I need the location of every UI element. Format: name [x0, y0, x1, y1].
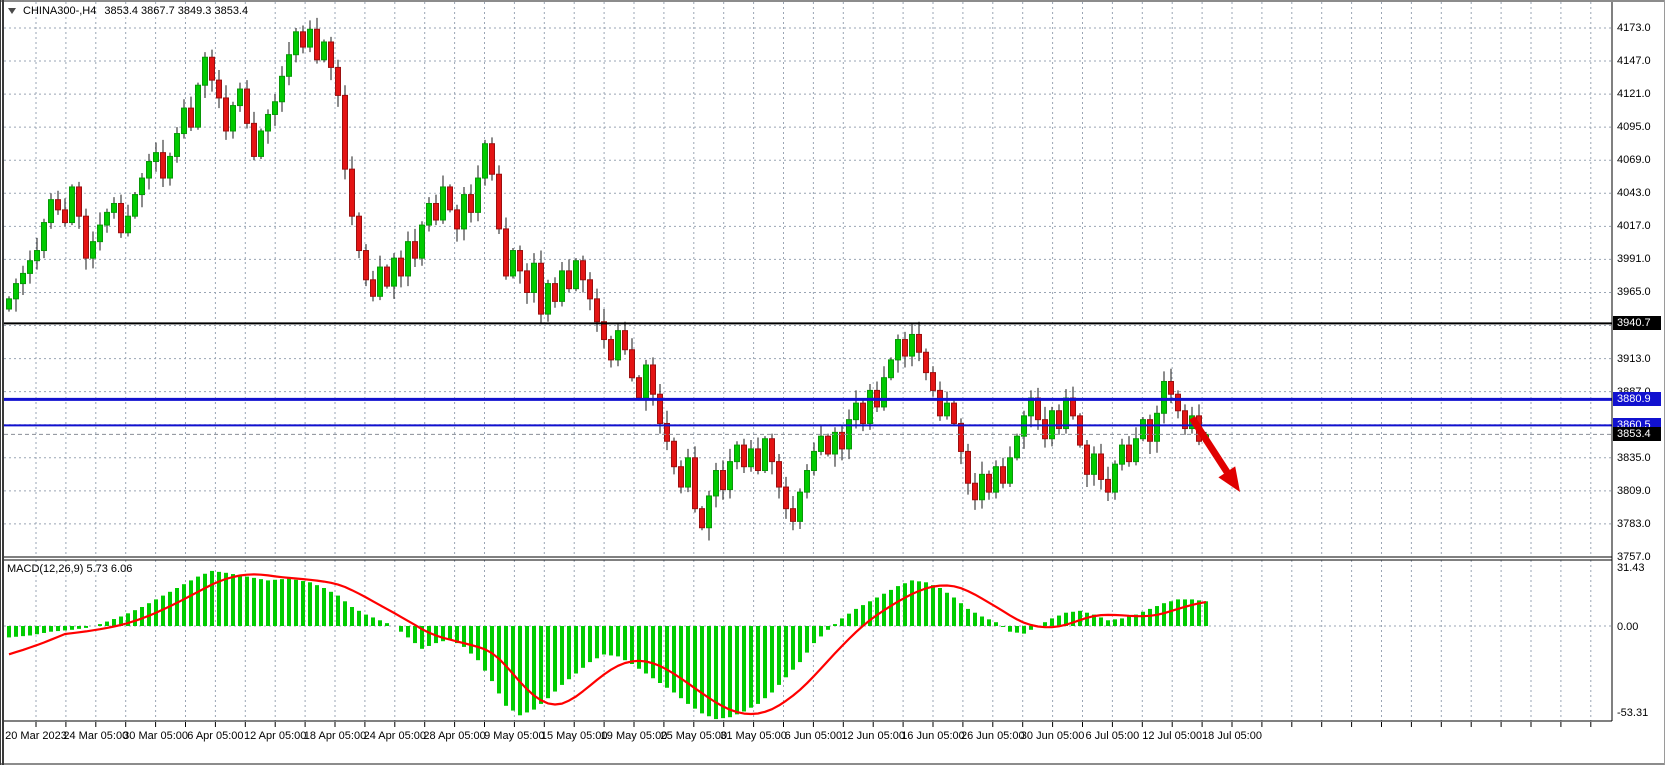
symbol-dropdown-icon[interactable]: [8, 8, 16, 14]
price-axis-label: 3991.0: [1617, 253, 1651, 265]
price-axis-label: 4121.0: [1617, 88, 1651, 100]
macd-indicator-label: MACD(12,26,9) 5.73 6.06: [7, 563, 132, 575]
price-axis-label: 3965.0: [1617, 286, 1651, 298]
price-axis-label: 4017.0: [1617, 220, 1651, 232]
price-axis-label: 4147.0: [1617, 55, 1651, 67]
macd-axis-min: -53.31: [1617, 707, 1648, 719]
price-level-tag: 3940.7: [1613, 316, 1661, 330]
time-axis-label: 12 Jun 05:00: [841, 730, 905, 742]
time-axis-label: 6 Jul 05:00: [1085, 730, 1139, 742]
time-axis-label: 6 Apr 05:00: [187, 730, 243, 742]
time-axis-label: 6 Jun 05:00: [785, 730, 843, 742]
window-frame-top: [0, 0, 1665, 2]
price-axis-label: 3757.0: [1617, 551, 1651, 563]
macd-signal-line: [9, 574, 1206, 714]
time-axis-label: 9 May 05:00: [484, 730, 545, 742]
time-axis-label: 18 Apr 05:00: [304, 730, 366, 742]
time-axis-label: 20 Mar 2023: [5, 730, 67, 742]
chart-symbol-period: CHINA300-,H4: [23, 5, 96, 17]
time-axis-label: 31 May 05:00: [720, 730, 787, 742]
time-axis-label: 26 Jun 05:00: [961, 730, 1025, 742]
time-axis-label: 28 Apr 05:00: [423, 730, 485, 742]
time-axis-label: 30 Jun 05:00: [1021, 730, 1085, 742]
chart-title-bar: CHINA300-,H4 3853.4 3867.7 3849.3 3853.4: [8, 4, 248, 18]
time-axis-label: 30 Mar 05:00: [123, 730, 188, 742]
price-level-tag: 3880.9: [1613, 392, 1661, 406]
macd-histogram: [7, 571, 1208, 719]
chart-ohlc-values: 3853.4 3867.7 3849.3 3853.4: [104, 5, 248, 17]
window-frame-left: [0, 0, 1, 765]
time-axis-label: 12 Jul 05:00: [1142, 730, 1202, 742]
price-axis-label: 3783.0: [1617, 518, 1651, 530]
time-axis-label: 24 Apr 05:00: [364, 730, 426, 742]
time-axis-label: 18 Jul 05:00: [1202, 730, 1262, 742]
time-axis-label: 19 May 05:00: [601, 730, 668, 742]
window-frame-left-inner: [2, 0, 4, 765]
time-axis-label: 12 Apr 05:00: [244, 730, 306, 742]
macd-axis-max: 31.43: [1617, 562, 1645, 574]
time-axis-label: 24 Mar 05:00: [63, 730, 128, 742]
time-axis-label: 25 May 05:00: [660, 730, 727, 742]
price-axis-label: 4095.0: [1617, 121, 1651, 133]
chart-plot-surface[interactable]: [0, 0, 1665, 765]
time-axis-label: 15 May 05:00: [541, 730, 608, 742]
price-axis-label: 3913.0: [1617, 353, 1651, 365]
price-level-tag: 3853.4: [1613, 427, 1661, 441]
down-arrow-annotation[interactable]: [1192, 418, 1240, 492]
price-axis-label: 4069.0: [1617, 154, 1651, 166]
candlesticks: [7, 18, 1209, 541]
price-axis-label: 4043.0: [1617, 187, 1651, 199]
price-axis-label: 3809.0: [1617, 485, 1651, 497]
time-axis-label: 16 Jun 05:00: [901, 730, 965, 742]
price-axis-label: 4173.0: [1617, 22, 1651, 34]
trading-chart-window: CHINA300-,H4 3853.4 3867.7 3849.3 3853.4…: [0, 0, 1665, 765]
time-axis-ticks: [36, 722, 1591, 727]
macd-axis-zero: 0.00: [1617, 621, 1638, 633]
price-axis-label: 3835.0: [1617, 452, 1651, 464]
